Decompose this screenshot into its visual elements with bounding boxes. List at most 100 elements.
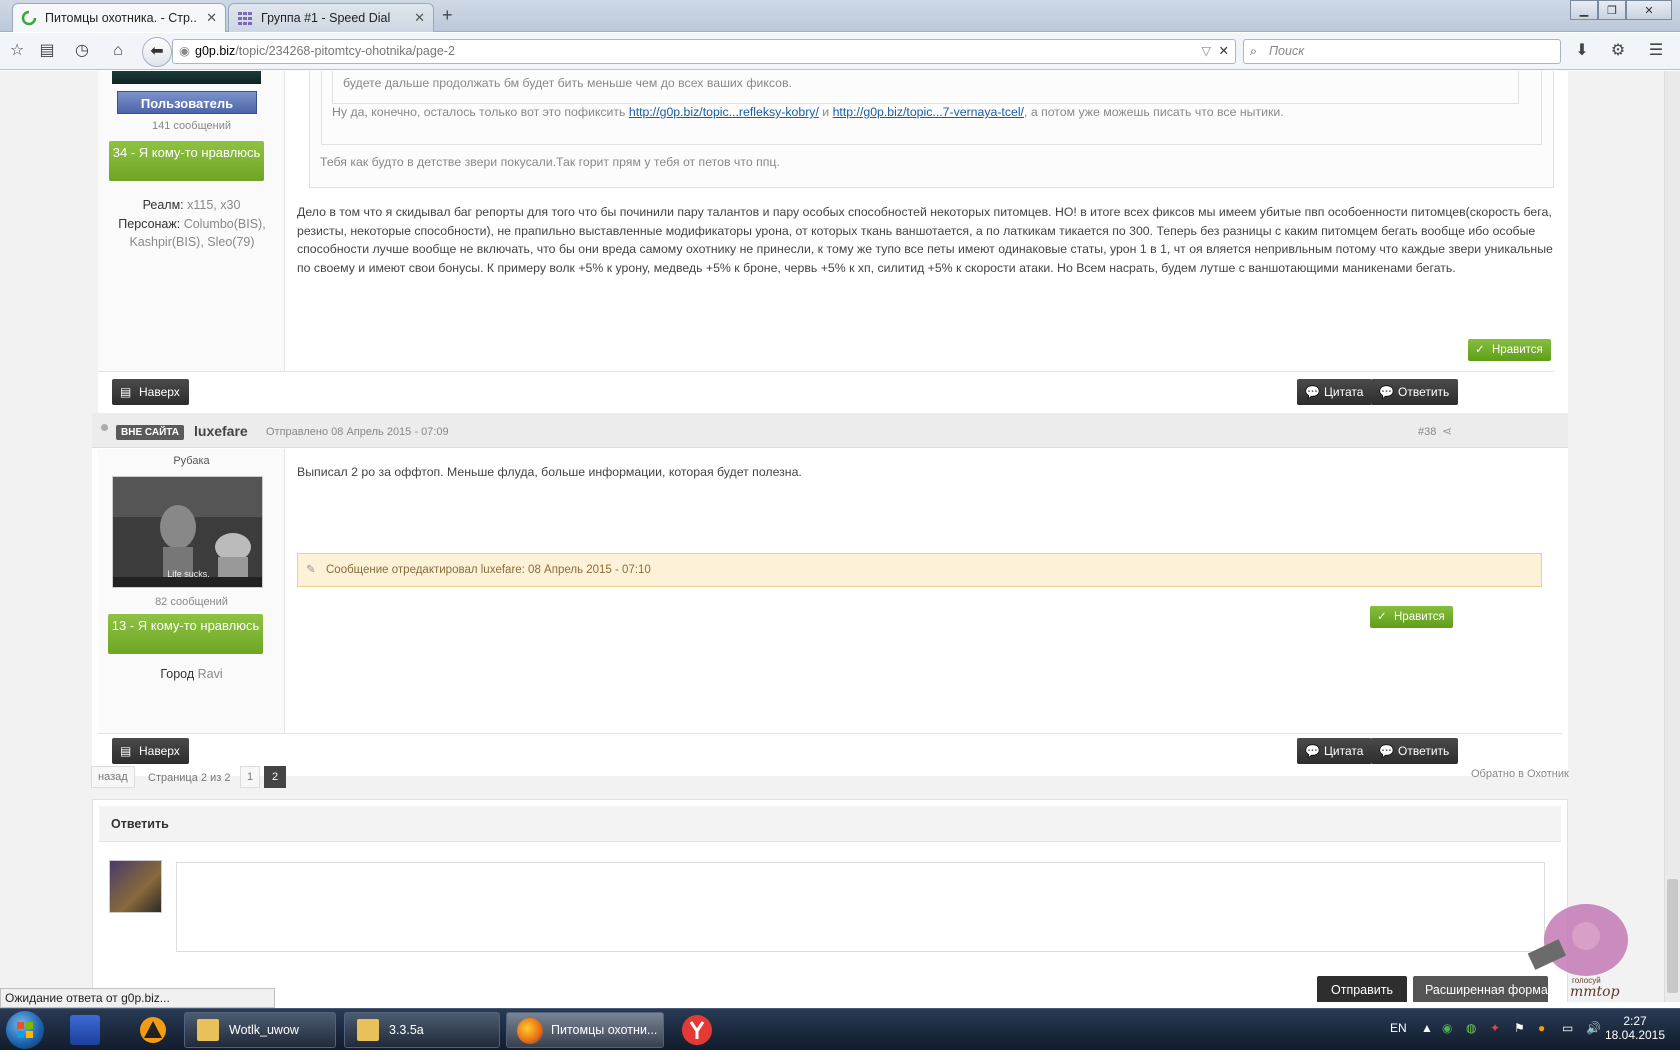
- taskbar-folder-335a[interactable]: 3.3.5a: [344, 1012, 500, 1048]
- reputation-badge[interactable]: 34 - Я кому-то нравлюсь: [109, 141, 264, 181]
- post-username[interactable]: luxefare: [194, 423, 248, 439]
- stop-icon[interactable]: ✕: [1219, 40, 1229, 63]
- maximize-button[interactable]: ❐: [1598, 0, 1626, 20]
- aimp-icon[interactable]: [138, 1015, 168, 1045]
- post-2-header: ВНЕ САЙТА luxefare Отправлено 08 Апрель …: [92, 413, 1568, 448]
- page-up-icon: ▤: [120, 385, 132, 399]
- taskbar-firefox[interactable]: Питомцы охотни...: [506, 1012, 664, 1048]
- reputation-badge[interactable]: 13 - Я кому-то нравлюсь: [108, 614, 263, 654]
- flag-icon[interactable]: ⚑: [1514, 1021, 1525, 1035]
- save-disk-icon[interactable]: [70, 1015, 100, 1045]
- yandex-browser-icon[interactable]: [681, 1014, 713, 1046]
- user-group-badge: Пользователь: [117, 91, 257, 114]
- page-up-icon: ▤: [120, 744, 132, 758]
- send-button[interactable]: Отправить: [1317, 976, 1407, 1002]
- post-1: Пользователь 141 сообщений 34 - Я кому-т…: [98, 71, 1568, 413]
- page-link-1[interactable]: 1: [240, 766, 260, 788]
- status-bar: Ожидание ответа от g0p.biz...: [0, 988, 275, 1008]
- quote-line: Ну да, конечно, осталось только вот это …: [332, 105, 1284, 119]
- monitor-icon[interactable]: ▭: [1562, 1021, 1573, 1035]
- quote-block-outer: будете дальше продолжать бм будет бить м…: [309, 71, 1554, 188]
- taskbar-folder-wotlk[interactable]: Wotlk_uwow: [184, 1012, 336, 1048]
- speech-bubble-icon: 💬: [1305, 385, 1320, 399]
- realm-value: x115, x30: [187, 198, 241, 212]
- bookmark-star-icon[interactable]: ☆: [7, 41, 27, 61]
- divider: [98, 733, 1562, 734]
- url-path: /topic/234268-pitomtcy-ohotnika/page-2: [235, 44, 455, 58]
- reply-label: Ответить: [1398, 385, 1450, 399]
- check-icon: ✓: [1475, 344, 1485, 356]
- reply-button[interactable]: 💬 Ответить: [1371, 738, 1459, 764]
- edit-icon: ✎: [306, 564, 316, 576]
- speed-dial-icon: [237, 10, 253, 26]
- site-identity-icon[interactable]: ◉: [179, 40, 190, 63]
- quote-link-1[interactable]: http://g0p.biz/topic...refleksy-kobry/: [629, 105, 819, 119]
- back-to-top-button[interactable]: ▤ Наверх: [112, 379, 189, 405]
- reader-icon[interactable]: ▤: [37, 41, 57, 61]
- reply-button[interactable]: 💬 Ответить: [1371, 379, 1459, 405]
- like-button[interactable]: ✓ Нравится: [1468, 339, 1551, 361]
- home-icon[interactable]: ⌂: [108, 41, 128, 61]
- minimize-button[interactable]: ▁: [1570, 0, 1598, 20]
- like-label: Нравится: [1394, 611, 1445, 623]
- history-icon[interactable]: ◷: [72, 41, 92, 61]
- volume-icon[interactable]: 🔊: [1586, 1021, 1601, 1035]
- share-icon[interactable]: ⋖: [1442, 424, 1452, 438]
- tab-title: Группа #1 - Speed Dial: [261, 11, 391, 25]
- clock-time: 2:27: [1623, 1014, 1647, 1028]
- back-button[interactable]: ⬅: [142, 37, 172, 67]
- pagination-back[interactable]: назад: [91, 766, 135, 788]
- tab-speed-dial[interactable]: Группа #1 - Speed Dial ✕: [228, 3, 434, 32]
- post-date: Отправлено 08 Апрель 2015 - 07:09: [266, 426, 449, 438]
- page-link-2-current[interactable]: 2: [264, 766, 286, 788]
- folder-icon: [197, 1019, 219, 1041]
- mmotop-vote-banner[interactable]: голосуй mmtop: [1524, 898, 1648, 1002]
- download-icon[interactable]: ⬇: [1572, 41, 1592, 61]
- network-icon[interactable]: ◍: [1466, 1021, 1476, 1035]
- post-2-body: Выписал 2 ро за оффтоп. Меньше флуда, бо…: [297, 465, 802, 479]
- windows-taskbar: Wotlk_uwow 3.3.5a Питомцы охотни... EN ▲…: [0, 1008, 1680, 1050]
- search-placeholder: Поиск: [1269, 44, 1305, 58]
- start-button[interactable]: [6, 1011, 44, 1049]
- post-count: 82 сообщений: [155, 596, 228, 608]
- taskbar-label: Wotlk_uwow: [229, 1023, 299, 1037]
- search-input[interactable]: ⌕ Поиск: [1243, 39, 1561, 64]
- tab-hunter-pets[interactable]: Питомцы охотника. - Стр... ✕: [12, 3, 226, 32]
- divider: [98, 371, 1554, 372]
- post-number[interactable]: #38: [1418, 426, 1436, 438]
- like-button[interactable]: ✓ Нравится: [1370, 606, 1453, 628]
- gear-icon[interactable]: ⚙: [1608, 41, 1628, 61]
- return-link[interactable]: Обратно в Охотник: [1471, 768, 1569, 780]
- loading-icon: [21, 10, 37, 26]
- close-tab-icon[interactable]: ✕: [206, 10, 217, 26]
- antivirus-icon[interactable]: ✦: [1490, 1021, 1500, 1035]
- new-tab-button[interactable]: +: [442, 5, 453, 26]
- quote-button[interactable]: 💬 Цитата: [1297, 379, 1373, 405]
- city-value: Ravi: [197, 667, 223, 681]
- app-tray-icon[interactable]: ●: [1538, 1021, 1545, 1035]
- scrollbar-thumb[interactable]: [1667, 879, 1678, 993]
- clock-date: 18.04.2015: [1604, 1028, 1666, 1042]
- clock[interactable]: 2:27 18.04.2015: [1600, 1014, 1670, 1042]
- navigation-bar: ☆ ▤ ◷ ⌂ ◉ g0p.biz/topic/234268-pitomtcy-…: [0, 33, 1680, 70]
- page-scrollbar[interactable]: [1664, 71, 1680, 1002]
- quote-button[interactable]: 💬 Цитата: [1297, 738, 1373, 764]
- pagination-info: Страница 2 из 2: [148, 772, 231, 784]
- url-bar[interactable]: ◉ g0p.biz/topic/234268-pitomtcy-ohotnika…: [172, 39, 1236, 64]
- close-tab-icon[interactable]: ✕: [414, 10, 425, 26]
- tab-bar: Питомцы охотника. - Стр... ✕ Группа #1 -…: [0, 0, 1680, 32]
- close-window-button[interactable]: ✕: [1626, 0, 1672, 20]
- back-to-top-label: Наверх: [139, 744, 180, 758]
- quote-link-2[interactable]: http://g0p.biz/topic...7-vernaya-tcel/: [833, 105, 1024, 119]
- url-dropdown-icon[interactable]: ▽: [1201, 40, 1211, 63]
- quote-label: Цитата: [1324, 385, 1364, 399]
- back-to-top-button[interactable]: ▤ Наверх: [112, 738, 189, 764]
- avatar-caption: Life sucks.: [167, 569, 210, 579]
- utorrent-icon[interactable]: ◉: [1442, 1021, 1452, 1035]
- reply-textarea[interactable]: [176, 862, 1545, 952]
- tray-arrow-icon[interactable]: ▲: [1421, 1021, 1433, 1035]
- character-info: Персонаж: Columbo(BIS), Kashpir(BIS), Sl…: [106, 215, 278, 251]
- language-indicator[interactable]: EN: [1390, 1021, 1407, 1035]
- menu-icon[interactable]: ☰: [1646, 41, 1666, 61]
- quote-block-inner: будете дальше продолжать бм будет бить м…: [332, 71, 1519, 104]
